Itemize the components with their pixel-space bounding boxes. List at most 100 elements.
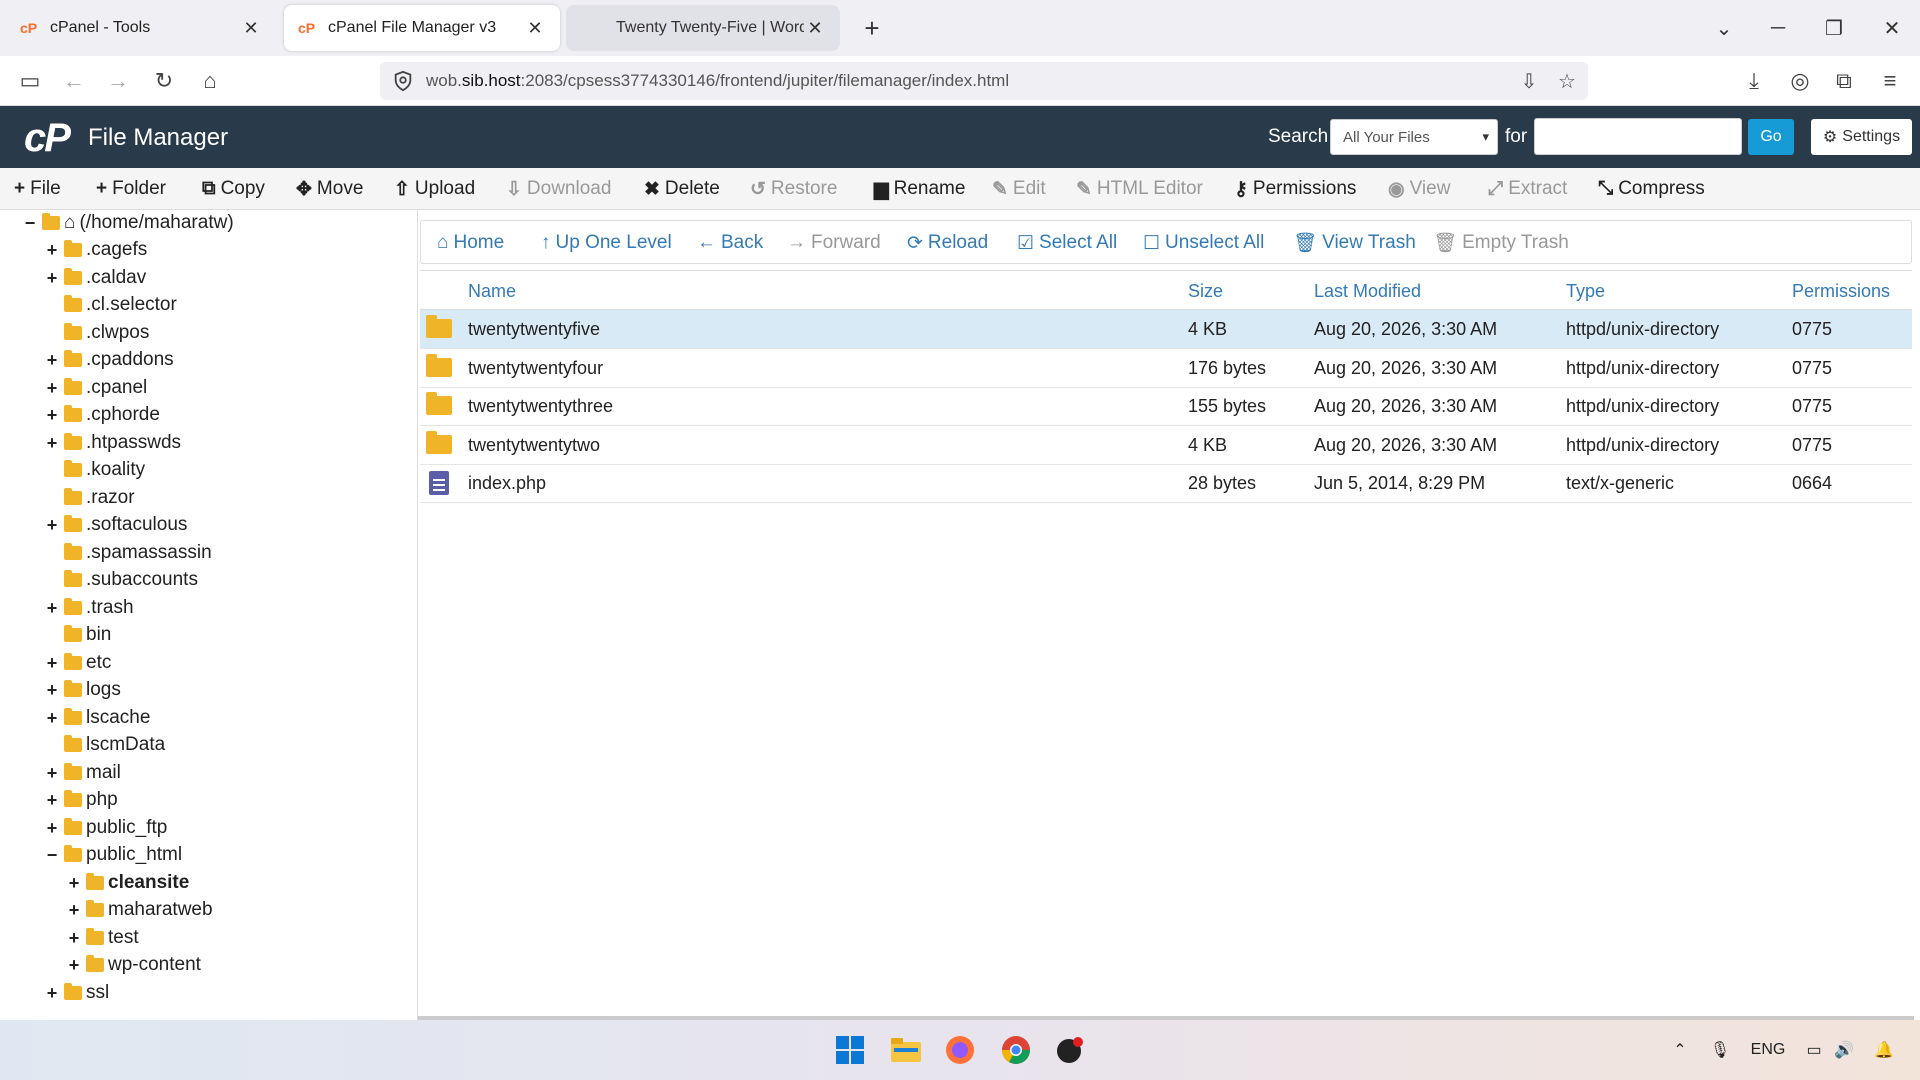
- tree-node[interactable]: + lscache: [44, 705, 151, 731]
- firefox-icon[interactable]: [942, 1032, 978, 1068]
- collapse-icon[interactable]: −: [22, 213, 38, 234]
- tree-node[interactable]: .cl.selector: [44, 292, 177, 318]
- forward-arrow-icon[interactable]: →: [100, 63, 136, 99]
- expand-icon[interactable]: +: [44, 240, 60, 261]
- notification-icon[interactable]: 🔔: [1872, 1038, 1896, 1062]
- browser-tab-wordpress[interactable]: Twenty Twenty-Five | WordPress ✕: [566, 5, 840, 51]
- browser-tab-tools[interactable]: cP cPanel - Tools ✕: [6, 5, 276, 51]
- address-bar[interactable]: wob. sib.host:2083/cpsess3774330146/front…: [380, 62, 1588, 100]
- home-button[interactable]: ⌂ Home: [437, 231, 504, 255]
- tree-node[interactable]: .razor: [44, 485, 135, 511]
- expand-icon[interactable]: +: [44, 598, 60, 619]
- menu-icon[interactable]: ≡: [1872, 63, 1908, 99]
- close-tab-icon[interactable]: ✕: [240, 17, 262, 39]
- column-header-permissions[interactable]: Permissions: [1792, 281, 1890, 302]
- tree-node[interactable]: + maharatweb: [66, 897, 213, 923]
- expand-icon[interactable]: +: [44, 378, 60, 399]
- expand-icon[interactable]: +: [44, 708, 60, 729]
- html-editor-button[interactable]: ✎ HTML Editor: [1076, 176, 1203, 202]
- expand-icon[interactable]: +: [44, 515, 60, 536]
- expand-icon[interactable]: +: [44, 818, 60, 839]
- expand-icon[interactable]: +: [44, 983, 60, 1004]
- download-button[interactable]: ⇩ Download: [506, 176, 611, 202]
- search-input[interactable]: [1534, 118, 1742, 155]
- tree-node[interactable]: + mail: [44, 760, 121, 786]
- expand-icon[interactable]: +: [44, 405, 60, 426]
- copy-button[interactable]: ⧉ Copy: [202, 176, 265, 202]
- rename-button[interactable]: ▆ Rename: [874, 176, 965, 202]
- expand-icon[interactable]: +: [44, 268, 60, 289]
- tree-node[interactable]: .koality: [44, 457, 145, 483]
- network-icon[interactable]: ▭: [1802, 1038, 1826, 1062]
- account-icon[interactable]: ◎: [1782, 63, 1818, 99]
- save-page-icon[interactable]: ⇩: [1516, 68, 1542, 94]
- language-indicator[interactable]: ENG: [1748, 1038, 1788, 1062]
- upload-button[interactable]: ⇧ Upload: [394, 176, 475, 202]
- table-row[interactable]: index.php 28 bytes Jun 5, 2014, 8:29 PM tex…: [420, 464, 1912, 503]
- close-window-icon[interactable]: ✕: [1872, 10, 1912, 46]
- expand-icon[interactable]: +: [44, 790, 60, 811]
- tree-node[interactable]: + php: [44, 787, 118, 813]
- tray-chevron-up-icon[interactable]: ⌃: [1668, 1038, 1692, 1062]
- tree-node[interactable]: .spamassassin: [44, 540, 212, 566]
- move-button[interactable]: ✥ Move: [296, 176, 363, 202]
- close-tab-icon[interactable]: ✕: [524, 17, 546, 39]
- new-file-button[interactable]: + File: [14, 176, 61, 202]
- tree-node[interactable]: − public_html: [44, 842, 182, 868]
- go-button[interactable]: Go: [1748, 119, 1794, 155]
- tree-node[interactable]: + wp-content: [66, 952, 201, 978]
- expand-icon[interactable]: +: [66, 873, 82, 894]
- close-tab-icon[interactable]: ✕: [804, 17, 826, 39]
- tree-node[interactable]: + .cpaddons: [44, 347, 174, 373]
- browser-tab-file-manager[interactable]: cP cPanel File Manager v3 ✕: [284, 5, 560, 51]
- tree-node[interactable]: + .caldav: [44, 265, 146, 291]
- chrome-icon[interactable]: [998, 1032, 1034, 1068]
- tree-node[interactable]: + public_ftp: [44, 815, 168, 841]
- empty-trash-button[interactable]: 🗑 Empty Trash: [1433, 231, 1569, 255]
- restore-icon[interactable]: ❐: [1814, 10, 1854, 46]
- permissions-button[interactable]: ⚷ Permissions: [1234, 176, 1356, 202]
- tree-node[interactable]: + test: [66, 925, 139, 951]
- view-trash-button[interactable]: 🗑 View Trash: [1293, 231, 1416, 255]
- tree-node[interactable]: + .cagefs: [44, 237, 148, 263]
- tree-node[interactable]: + .htpasswds: [44, 430, 181, 456]
- table-row[interactable]: twentytwentytwo 4 KB Aug 20, 2026, 3:30 AM…: [420, 426, 1912, 465]
- expand-icon[interactable]: +: [66, 955, 82, 976]
- minimize-icon[interactable]: ─: [1758, 10, 1798, 46]
- column-header-modified[interactable]: Last Modified: [1314, 281, 1421, 302]
- up-one-level-button[interactable]: ↑ Up One Level: [541, 231, 672, 255]
- expand-icon[interactable]: +: [44, 653, 60, 674]
- file-explorer-icon[interactable]: [888, 1032, 924, 1068]
- tree-node[interactable]: + .softaculous: [44, 512, 188, 538]
- tree-node[interactable]: .clwpos: [44, 320, 149, 346]
- extensions-icon[interactable]: ⧉: [1826, 63, 1862, 99]
- tree-node[interactable]: + logs: [44, 677, 121, 703]
- restore-button[interactable]: ↺ Restore: [750, 176, 837, 202]
- tree-node[interactable]: lscmData: [44, 732, 165, 758]
- tree-node[interactable]: .subaccounts: [44, 567, 198, 593]
- bookmark-star-icon[interactable]: ☆: [1554, 68, 1580, 94]
- table-row[interactable]: twentytwentythree 155 bytes Aug 20, 2026, …: [420, 387, 1912, 426]
- tree-node[interactable]: + cleansite: [66, 870, 190, 896]
- reload-icon[interactable]: ↻: [146, 63, 182, 99]
- expand-icon[interactable]: +: [44, 763, 60, 784]
- column-header-size[interactable]: Size: [1188, 281, 1223, 302]
- tree-node[interactable]: + etc: [44, 650, 112, 676]
- downloads-icon[interactable]: ⤓: [1736, 63, 1772, 99]
- back-arrow-icon[interactable]: ←: [56, 63, 92, 99]
- tree-root[interactable]: − ⌂ (/home/maharatw): [22, 210, 234, 236]
- sidebar-toggle-icon[interactable]: ▭: [12, 63, 48, 99]
- table-row[interactable]: twentytwentyfour 176 bytes Aug 20, 2026, 3…: [420, 349, 1912, 388]
- collapse-icon[interactable]: −: [44, 845, 60, 866]
- delete-button[interactable]: ✖ Delete: [644, 176, 720, 202]
- search-scope-select[interactable]: All Your Files ▾: [1330, 119, 1498, 155]
- new-folder-button[interactable]: + Folder: [96, 176, 166, 202]
- expand-icon[interactable]: +: [44, 433, 60, 454]
- expand-icon[interactable]: +: [44, 350, 60, 371]
- unselect-all-button[interactable]: ☐ Unselect All: [1143, 231, 1264, 255]
- cpanel-logo[interactable]: cP: [24, 116, 71, 161]
- expand-icon[interactable]: +: [66, 900, 82, 921]
- volume-icon[interactable]: 🔊: [1832, 1038, 1856, 1062]
- reload-button[interactable]: ⟳ Reload: [907, 231, 988, 255]
- table-row[interactable]: twentytwentyfive 4 KB Aug 20, 2026, 3:30 A…: [420, 310, 1912, 349]
